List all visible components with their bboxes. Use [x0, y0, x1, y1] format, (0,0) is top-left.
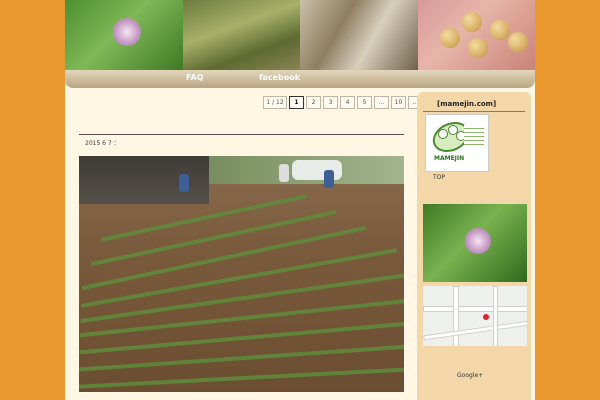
page: FAQ facebook 1 / 12 1 2 3 4 5 ... 10 ...… [65, 0, 535, 400]
header-banner [65, 0, 535, 70]
logo-text-lines [464, 125, 484, 145]
field-person [279, 164, 289, 182]
page-link-5[interactable]: 5 [357, 96, 372, 109]
google-plus-link[interactable]: Google+ [457, 372, 483, 379]
banner-photo-sprouts [182, 0, 300, 70]
nav-facebook[interactable]: facebook [259, 73, 300, 82]
sidebar-divider [423, 111, 525, 112]
page-link-10[interactable]: 10 [391, 96, 406, 109]
sidebar-map[interactable] [423, 286, 527, 346]
nav-bar: FAQ facebook [65, 70, 535, 88]
nav-faq[interactable]: FAQ [186, 73, 204, 82]
banner-photo-soybeans [417, 0, 535, 70]
logo-wordmark: MAMEJIN [434, 155, 465, 162]
flower-image [113, 18, 141, 46]
field-car [292, 160, 342, 180]
page-link-2[interactable]: 2 [306, 96, 321, 109]
page-link-1[interactable]: 1 [289, 96, 304, 109]
flower-image [465, 228, 491, 254]
page-link-4[interactable]: 4 [340, 96, 355, 109]
post-date: 2015 6 7 ： [85, 140, 120, 147]
sidebar: [mamejin.com] MAMEJIN TOP Google+ [417, 92, 531, 400]
sidebar-photo-flower [423, 204, 527, 282]
sidebar-title: [mamejin.com] [437, 100, 497, 108]
field-person [179, 174, 189, 192]
post-photo-field[interactable] [79, 156, 404, 392]
mamejin-logo[interactable]: MAMEJIN [425, 114, 489, 172]
banner-photo-flower [65, 0, 183, 70]
post-divider [79, 134, 404, 135]
pagination-status: 1 / 12 [263, 96, 287, 109]
page-link-3[interactable]: 3 [323, 96, 338, 109]
banner-photo-dried-pods [300, 0, 418, 70]
field-shed [79, 156, 209, 204]
page-ellipsis: ... [374, 96, 389, 109]
sidebar-top-link[interactable]: TOP [433, 174, 445, 181]
map-pin-icon [483, 314, 489, 320]
field-person [324, 170, 334, 188]
